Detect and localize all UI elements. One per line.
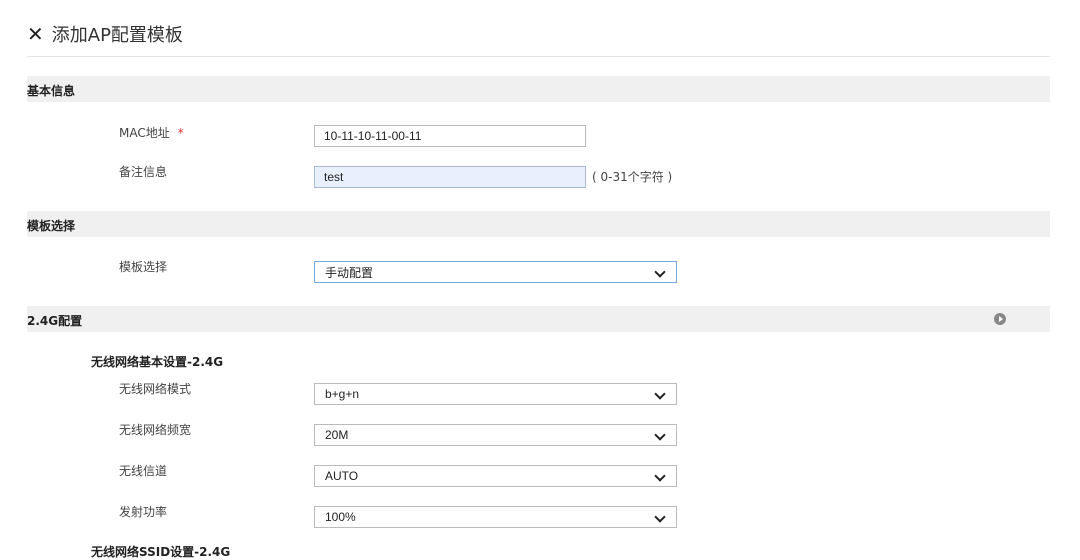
chevron-down-icon (654, 388, 666, 400)
tx-power-select[interactable]: 100% (314, 506, 677, 528)
bandwidth-select[interactable]: 20M (314, 424, 677, 446)
bandwidth-value: 20M (325, 428, 349, 442)
chevron-down-icon (654, 470, 666, 482)
chevron-down-icon (654, 511, 666, 523)
dialog-header: ✕ 添加AP配置模板 (27, 20, 183, 48)
remark-input[interactable]: test (314, 166, 586, 188)
section-basic-info: 基本信息 (27, 76, 1050, 102)
chevron-down-icon (654, 429, 666, 441)
tx-power-value: 100% (325, 510, 356, 524)
template-label: 模板选择 (119, 260, 168, 274)
template-select[interactable]: 手动配置 (314, 261, 677, 283)
channel-label: 无线信道 (119, 464, 168, 478)
remark-label: 备注信息 (119, 165, 168, 179)
section-2g4: 2.4G配置 (27, 306, 1050, 332)
expand-icon[interactable] (994, 313, 1006, 325)
mac-address-input[interactable]: 10-11-10-11-00-11 (314, 125, 586, 147)
chevron-down-icon (654, 266, 666, 278)
mac-label-text: MAC地址 (119, 126, 170, 140)
close-icon[interactable]: ✕ (27, 24, 44, 44)
template-select-value: 手动配置 (325, 265, 374, 280)
section-template: 模板选择 (27, 211, 1050, 237)
section-label: 模板选择 (27, 219, 76, 233)
wifi-basic-subtitle: 无线网络基本设置-2.4G (91, 355, 224, 369)
wireless-mode-value: b+g+n (325, 387, 360, 401)
remark-hint: ( 0-31个字符 ) (592, 170, 673, 184)
section-label: 2.4G配置 (27, 314, 83, 328)
channel-value: AUTO (325, 469, 359, 483)
mode-label: 无线网络模式 (119, 382, 192, 396)
power-label: 发射功率 (119, 505, 168, 519)
section-label: 基本信息 (27, 84, 76, 98)
channel-select[interactable]: AUTO (314, 465, 677, 487)
required-mark: * (177, 126, 184, 140)
page-title: 添加AP配置模板 (51, 25, 183, 46)
ssid-subtitle: 无线网络SSID设置-2.4G (91, 545, 231, 559)
wireless-mode-select[interactable]: b+g+n (314, 383, 677, 405)
title-divider (27, 56, 1050, 57)
mac-label: MAC地址 * (119, 124, 184, 141)
bandwidth-label: 无线网络频宽 (119, 423, 192, 437)
